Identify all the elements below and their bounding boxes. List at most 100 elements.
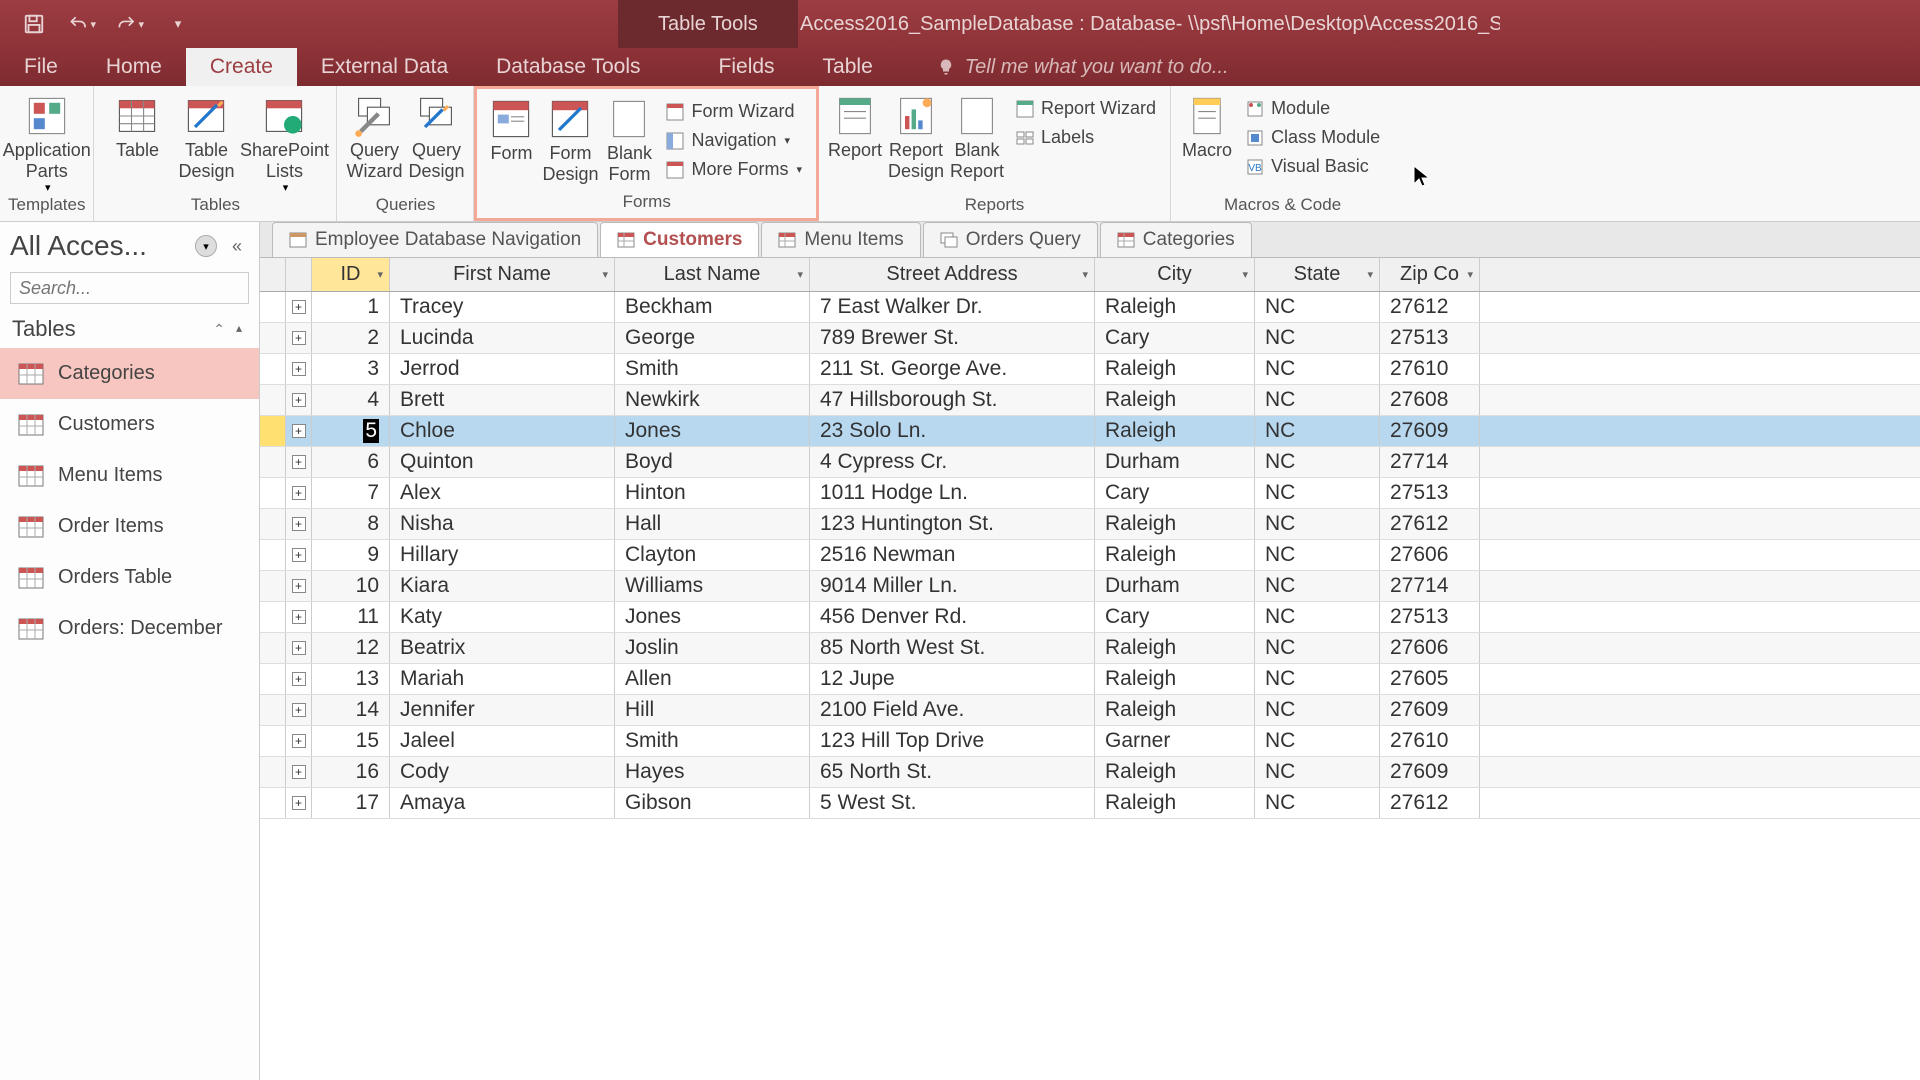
cell-id[interactable]: 6 [312, 447, 390, 477]
tell-me-search[interactable]: Tell me what you want to do... [937, 48, 1229, 86]
cell-state[interactable]: NC [1255, 571, 1380, 601]
tab-database-tools[interactable]: Database Tools [472, 48, 664, 86]
column-header-last[interactable]: Last Name▾ [615, 258, 810, 291]
row-selector[interactable] [260, 695, 286, 725]
plus-icon[interactable]: + [292, 548, 306, 562]
table-row[interactable]: +14JenniferHill2100 Field Ave.RaleighNC2… [260, 695, 1920, 726]
cell-street[interactable]: 1011 Hodge Ln. [810, 478, 1095, 508]
cell-street[interactable]: 4 Cypress Cr. [810, 447, 1095, 477]
cell-id[interactable]: 4 [312, 385, 390, 415]
plus-icon[interactable]: + [292, 393, 306, 407]
plus-icon[interactable]: + [292, 517, 306, 531]
cell-id[interactable]: 2 [312, 323, 390, 353]
expand-cell[interactable]: + [286, 323, 312, 353]
cell-city[interactable]: Raleigh [1095, 416, 1255, 446]
nav-item-orders-december[interactable]: Orders: December [0, 603, 259, 654]
form-button[interactable]: Form [485, 93, 537, 164]
cell-street[interactable]: 456 Denver Rd. [810, 602, 1095, 632]
cell-state[interactable]: NC [1255, 757, 1380, 787]
plus-icon[interactable]: + [292, 486, 306, 500]
cell-city[interactable]: Cary [1095, 478, 1255, 508]
cell-first-name[interactable]: Kiara [390, 571, 615, 601]
expand-cell[interactable]: + [286, 509, 312, 539]
cell-street[interactable]: 789 Brewer St. [810, 323, 1095, 353]
cell-state[interactable]: NC [1255, 602, 1380, 632]
row-selector[interactable] [260, 540, 286, 570]
cell-zip[interactable]: 27612 [1380, 788, 1480, 818]
column-header-first[interactable]: First Name▾ [390, 258, 615, 291]
query-wizard-button[interactable]: Query Wizard [345, 90, 403, 181]
cell-last-name[interactable]: Gibson [615, 788, 810, 818]
cell-street[interactable]: 47 Hillsborough St. [810, 385, 1095, 415]
cell-state[interactable]: NC [1255, 633, 1380, 663]
report-wizard-button[interactable]: Report Wizard [1009, 96, 1162, 121]
plus-icon[interactable]: + [292, 362, 306, 376]
scroll-up-icon[interactable]: ▴ [231, 321, 247, 337]
column-dropdown-icon[interactable]: ▾ [1367, 268, 1373, 281]
row-selector[interactable] [260, 416, 286, 446]
plus-icon[interactable]: + [292, 300, 306, 314]
cell-street[interactable]: 12 Jupe [810, 664, 1095, 694]
cell-zip[interactable]: 27610 [1380, 726, 1480, 756]
cell-state[interactable]: NC [1255, 664, 1380, 694]
cell-last-name[interactable]: Boyd [615, 447, 810, 477]
cell-state[interactable]: NC [1255, 695, 1380, 725]
cell-last-name[interactable]: Hall [615, 509, 810, 539]
cell-city[interactable]: Durham [1095, 447, 1255, 477]
tab-external-data[interactable]: External Data [297, 48, 472, 86]
cell-first-name[interactable]: Beatrix [390, 633, 615, 663]
row-selector[interactable] [260, 571, 286, 601]
cell-zip[interactable]: 27608 [1380, 385, 1480, 415]
cell-zip[interactable]: 27606 [1380, 633, 1480, 663]
expand-cell[interactable]: + [286, 385, 312, 415]
cell-first-name[interactable]: Jaleel [390, 726, 615, 756]
cell-last-name[interactable]: Jones [615, 602, 810, 632]
row-selector[interactable] [260, 509, 286, 539]
table-row[interactable]: +8NishaHall123 Huntington St.RaleighNC27… [260, 509, 1920, 540]
column-dropdown-icon[interactable]: ▾ [1082, 268, 1088, 281]
cell-first-name[interactable]: Cody [390, 757, 615, 787]
cell-last-name[interactable]: Allen [615, 664, 810, 694]
column-header-id[interactable]: ID▾ [312, 258, 390, 291]
table-row[interactable]: +12BeatrixJoslin85 North West St.Raleigh… [260, 633, 1920, 664]
macro-button[interactable]: Macro [1179, 90, 1235, 161]
cell-zip[interactable]: 27610 [1380, 354, 1480, 384]
cell-city[interactable]: Raleigh [1095, 292, 1255, 322]
cell-last-name[interactable]: Newkirk [615, 385, 810, 415]
expand-cell[interactable]: + [286, 788, 312, 818]
row-selector[interactable] [260, 788, 286, 818]
plus-icon[interactable]: + [292, 641, 306, 655]
column-dropdown-icon[interactable]: ▾ [602, 268, 608, 281]
table-row[interactable]: +6QuintonBoyd4 Cypress Cr.DurhamNC27714 [260, 447, 1920, 478]
cell-state[interactable]: NC [1255, 447, 1380, 477]
cell-street[interactable]: 123 Hill Top Drive [810, 726, 1095, 756]
labels-button[interactable]: Labels [1009, 125, 1162, 150]
plus-icon[interactable]: + [292, 734, 306, 748]
cell-zip[interactable]: 27513 [1380, 478, 1480, 508]
table-row[interactable]: +13MariahAllen12 JupeRaleighNC27605 [260, 664, 1920, 695]
cell-street[interactable]: 211 St. George Ave. [810, 354, 1095, 384]
doc-tab-employee-database-navigation[interactable]: Employee Database Navigation [272, 222, 598, 257]
table-row[interactable]: +17AmayaGibson5 West St.RaleighNC27612 [260, 788, 1920, 819]
cell-id[interactable]: 1 [312, 292, 390, 322]
save-button[interactable] [20, 10, 48, 38]
cell-id[interactable]: 10 [312, 571, 390, 601]
query-design-button[interactable]: Query Design [407, 90, 465, 181]
expand-cell[interactable]: + [286, 540, 312, 570]
cell-city[interactable]: Raleigh [1095, 385, 1255, 415]
row-selector[interactable] [260, 664, 286, 694]
cell-street[interactable]: 2516 Newman [810, 540, 1095, 570]
doc-tab-customers[interactable]: Customers [600, 222, 759, 257]
cell-first-name[interactable]: Hillary [390, 540, 615, 570]
cell-street[interactable]: 2100 Field Ave. [810, 695, 1095, 725]
cell-state[interactable]: NC [1255, 354, 1380, 384]
cell-zip[interactable]: 27605 [1380, 664, 1480, 694]
cell-street[interactable]: 7 East Walker Dr. [810, 292, 1095, 322]
expand-cell[interactable]: + [286, 478, 312, 508]
cell-street[interactable]: 5 West St. [810, 788, 1095, 818]
cell-city[interactable]: Garner [1095, 726, 1255, 756]
doc-tab-orders-query[interactable]: Orders Query [923, 222, 1098, 257]
cell-city[interactable]: Cary [1095, 323, 1255, 353]
table-row[interactable]: +7AlexHinton1011 Hodge Ln.CaryNC27513 [260, 478, 1920, 509]
cell-last-name[interactable]: Williams [615, 571, 810, 601]
